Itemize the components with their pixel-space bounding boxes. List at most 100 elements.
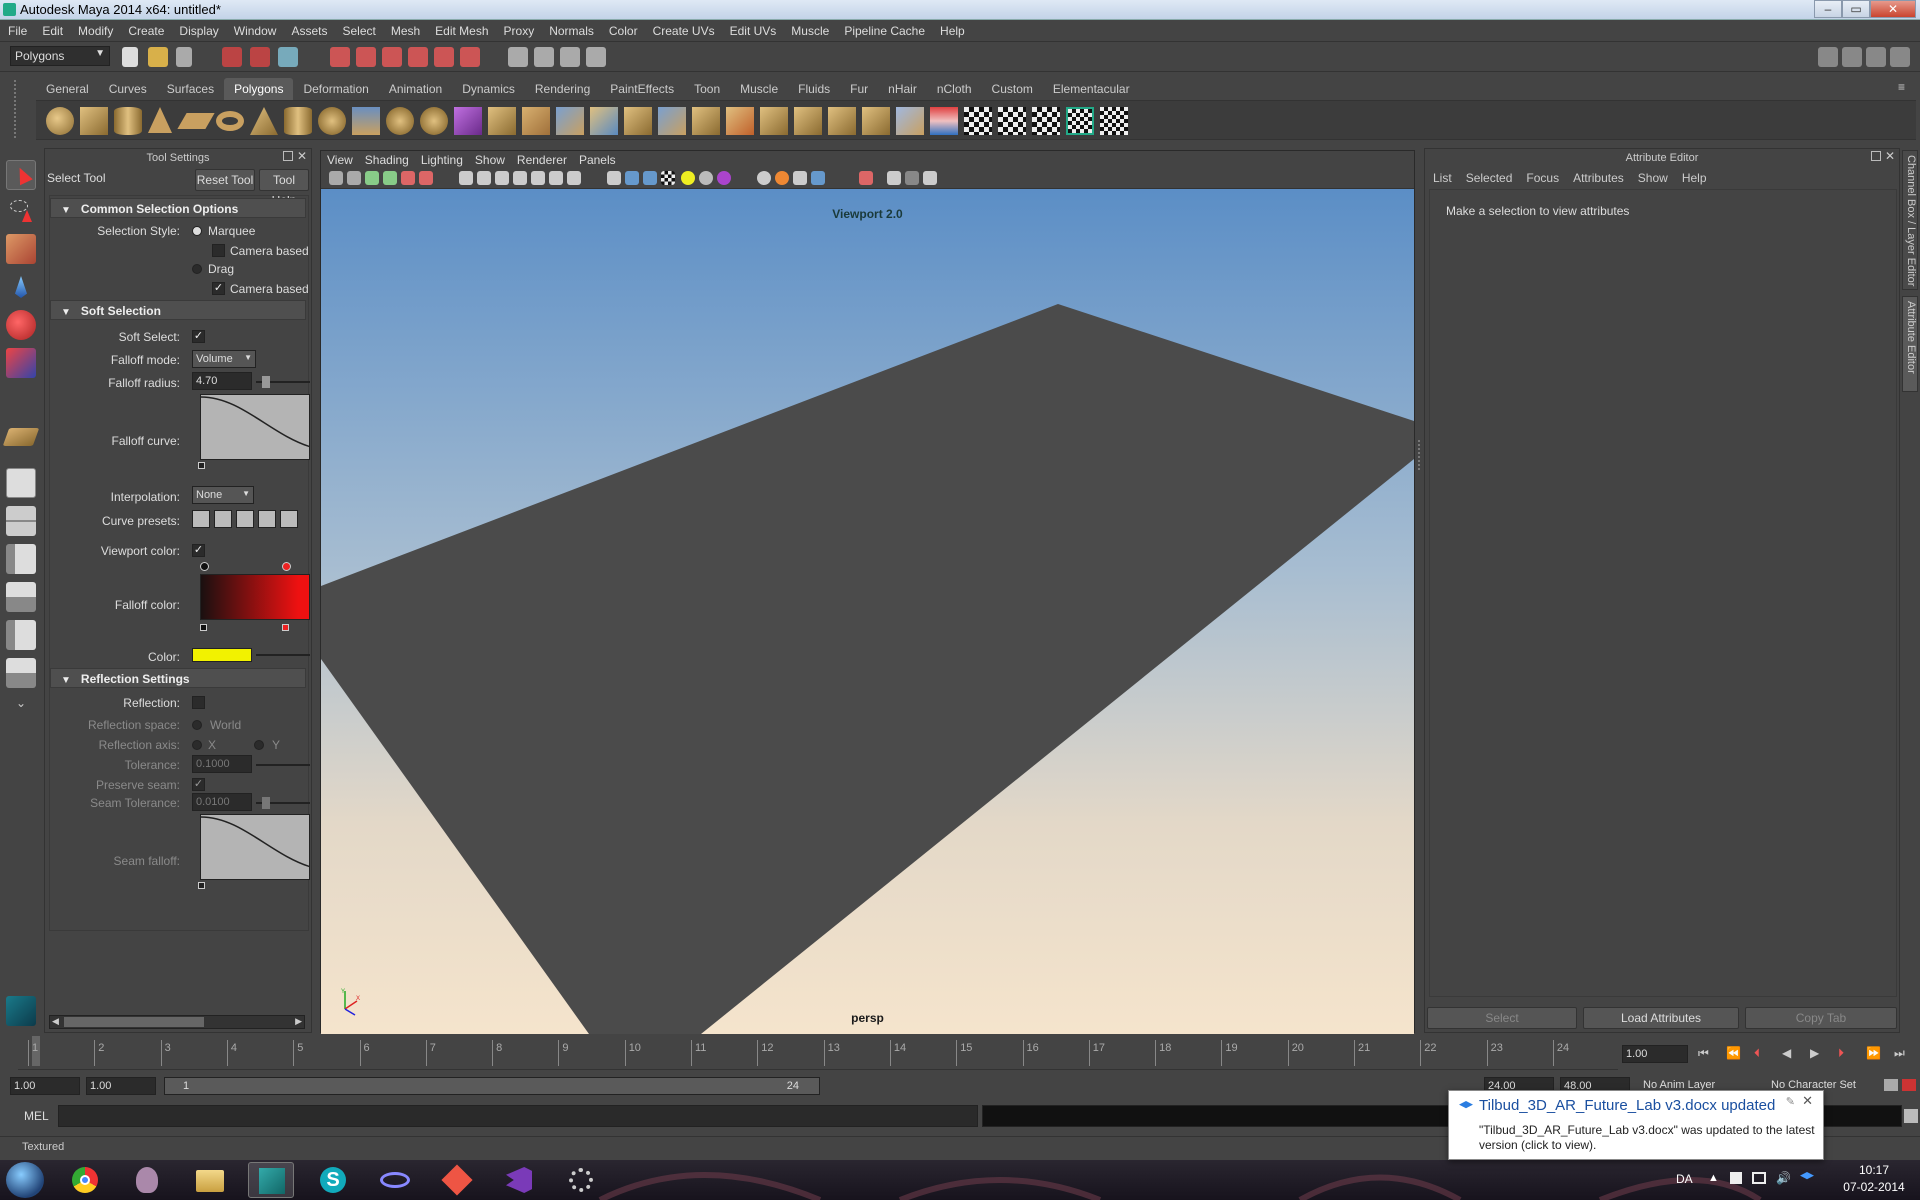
menu-muscle[interactable]: Muscle (783, 20, 836, 38)
show-hidden-icons-icon[interactable]: ▲ (1708, 1172, 1719, 1184)
checker-uv-green-icon[interactable] (1032, 107, 1060, 135)
maximize-button[interactable]: ▭ (1842, 0, 1870, 18)
xray-components-icon[interactable] (905, 171, 919, 185)
time-slider-ruler[interactable]: 1 2 3 4 5 6 7 8 9 10 11 12 13 14 15 16 17 18 19 20 21 22 23 24 (18, 1036, 1618, 1070)
chrome-taskbar-icon[interactable] (62, 1162, 108, 1198)
render-settings-icon[interactable] (586, 47, 606, 67)
menu-mesh[interactable]: Mesh (383, 20, 427, 38)
gate-mask-icon[interactable] (513, 171, 527, 185)
show-modeling-toolkit-icon[interactable] (1818, 47, 1838, 67)
wireframe-on-shaded-icon[interactable] (643, 171, 657, 185)
grease-pencil-icon[interactable] (419, 171, 433, 185)
shelf-tab-fluids[interactable]: Fluids (788, 78, 840, 100)
curve-key-icon[interactable] (198, 462, 205, 469)
lasso-tool-icon[interactable] (6, 196, 36, 226)
reflection-axis-x-radio[interactable] (192, 740, 202, 750)
tolerance-input[interactable]: 0.1000 (192, 755, 252, 773)
tolerance-slider[interactable] (256, 764, 310, 766)
camera-based-paint-checkbox[interactable]: ✓ (212, 282, 225, 295)
float-panel-icon[interactable] (283, 151, 293, 161)
notification-title[interactable]: Tilbud_3D_AR_Future_Lab v3.docx updated (1479, 1097, 1775, 1114)
viewport-menu-shading[interactable]: Shading (359, 151, 415, 167)
merge-vertices-icon[interactable] (726, 107, 754, 135)
channel-box-side-tab[interactable]: Channel Box / Layer Editor (1902, 150, 1918, 290)
smooth-icon[interactable] (454, 107, 482, 135)
planar-mapping-icon[interactable] (896, 107, 924, 135)
viewport-menu-show[interactable]: Show (469, 151, 511, 167)
shelf-tab-muscle[interactable]: Muscle (730, 78, 788, 100)
rotate-tool-icon[interactable] (6, 310, 36, 340)
curve-preset-3-icon[interactable] (236, 510, 254, 528)
viewport-settings-icon[interactable] (923, 171, 937, 185)
step-back-key-icon[interactable]: ⏪ (1726, 1046, 1741, 1060)
network-icon[interactable] (1752, 1172, 1766, 1184)
explorer-taskbar-icon[interactable] (186, 1162, 232, 1198)
ae-menu-list[interactable]: List (1429, 171, 1459, 185)
menu-window[interactable]: Window (226, 20, 284, 38)
menu-color[interactable]: Color (601, 20, 645, 38)
layout-outliner-icon[interactable] (6, 544, 36, 574)
grid-toggle-icon[interactable] (459, 171, 473, 185)
seam-falloff-graph[interactable] (200, 814, 310, 880)
menu-set-dropdown[interactable]: Polygons ▼ (10, 46, 110, 66)
seam-tolerance-input[interactable]: 0.0100 (192, 793, 252, 811)
viewport-resize-handle[interactable] (1418, 440, 1422, 470)
clock-date[interactable]: 07-02-2014 (1834, 1180, 1914, 1194)
reflection-settings-header[interactable]: ▼ Reflection Settings (50, 668, 306, 688)
reflection-checkbox[interactable] (192, 696, 205, 709)
close-panel-icon[interactable]: ✕ (297, 149, 307, 163)
uv-editor-icon[interactable] (1100, 107, 1128, 135)
close-window-button[interactable]: ✕ (1870, 0, 1916, 18)
shelf-menu-icon[interactable]: ≡ (1898, 80, 1912, 96)
float-panel-icon[interactable] (1871, 151, 1881, 161)
falloff-color-key-bottom-right-icon[interactable] (282, 624, 289, 631)
menu-pipeline-cache[interactable]: Pipeline Cache (836, 20, 932, 38)
xray-joints-icon[interactable] (887, 171, 901, 185)
layout-single-icon[interactable] (6, 468, 36, 498)
soft-selection-header[interactable]: ▼ Soft Selection (50, 300, 306, 320)
go-to-start-icon[interactable]: ⏮ (1698, 1046, 1709, 1061)
falloff-curve-graph[interactable] (200, 394, 310, 460)
duplicate-face-icon[interactable] (862, 107, 890, 135)
last-tool-icon[interactable] (2, 428, 40, 446)
viewport-menu-renderer[interactable]: Renderer (511, 151, 573, 167)
curve-preset-1-icon[interactable] (192, 510, 210, 528)
shelf-tab-polygons[interactable]: Polygons (224, 78, 294, 100)
scroll-thumb[interactable] (64, 1017, 204, 1027)
minimize-button[interactable]: – (1814, 0, 1842, 18)
close-panel-icon[interactable]: ✕ (1885, 149, 1895, 163)
layout-graph-icon[interactable] (6, 582, 36, 612)
camera-based-selection-checkbox[interactable] (212, 244, 225, 257)
drag-radio[interactable] (192, 264, 202, 274)
snap-surface-icon[interactable] (460, 47, 480, 67)
reflection-axis-y-radio[interactable] (254, 740, 264, 750)
pin-icon[interactable]: ✎ (1786, 1095, 1795, 1108)
infinity-app-taskbar-icon[interactable] (372, 1162, 418, 1198)
shelf-tab-animation[interactable]: Animation (379, 78, 452, 100)
shelf-tab-elementacular[interactable]: Elementacular (1043, 78, 1140, 100)
curve-preset-2-icon[interactable] (214, 510, 232, 528)
screen-space-ao-icon[interactable] (717, 171, 731, 185)
menu-select[interactable]: Select (334, 20, 382, 38)
open-scene-icon[interactable] (148, 47, 168, 67)
curve-preset-5-icon[interactable] (280, 510, 298, 528)
ae-menu-selected[interactable]: Selected (1459, 171, 1520, 185)
playback-start-input[interactable]: 1.00 (86, 1077, 156, 1095)
play-backwards-icon[interactable]: ◀ (1782, 1046, 1791, 1060)
falloff-radius-slider[interactable] (256, 376, 310, 388)
shelf-tab-rendering[interactable]: Rendering (525, 78, 600, 100)
falloff-color-key-red-icon[interactable] (282, 562, 291, 571)
go-to-end-icon[interactable]: ⏭ (1894, 1046, 1905, 1061)
select-object-icon[interactable] (250, 47, 270, 67)
time-slider[interactable]: 1 2 3 4 5 6 7 8 9 10 11 12 13 14 15 16 17 18 19 20 21 22 23 24 … (0, 1036, 1920, 1072)
select-tool-icon[interactable] (6, 160, 36, 190)
bridge-icon[interactable] (522, 107, 550, 135)
depth-of-field-icon[interactable] (793, 171, 807, 185)
isolate-select-icon[interactable] (811, 171, 825, 185)
plane-mesh[interactable] (321, 189, 1414, 1034)
select-hierarchy-icon[interactable] (222, 47, 242, 67)
use-all-lights-icon[interactable] (681, 171, 695, 185)
poly-soccer-icon[interactable] (318, 107, 346, 135)
wedge-face-icon[interactable] (828, 107, 856, 135)
menu-normals[interactable]: Normals (541, 20, 601, 38)
